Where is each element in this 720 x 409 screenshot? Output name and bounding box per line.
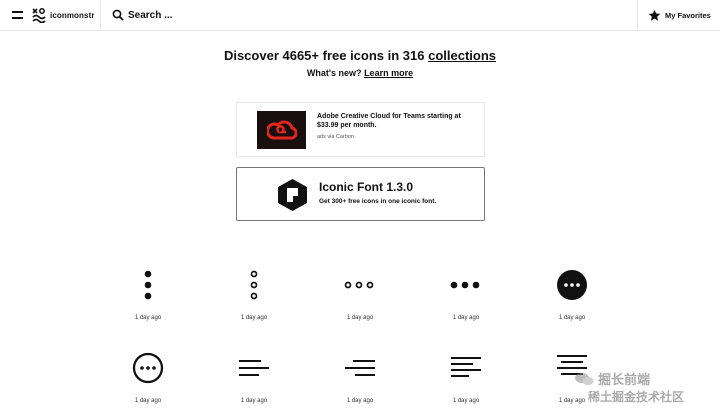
icon-age: 1 day ago (240, 398, 268, 404)
header-divider (637, 0, 638, 31)
icon-tile[interactable]: 1 day ago (204, 349, 304, 409)
icon-tile[interactable]: 1 day ago (310, 349, 410, 409)
wechat-logo-icon (575, 373, 594, 385)
header-divider (100, 0, 101, 31)
my-favorites-label: My Favorites (665, 10, 711, 20)
my-favorites-button[interactable]: My Favorites (648, 8, 711, 22)
icon-tile[interactable]: 1 day ago (310, 266, 410, 336)
watermark: 掘长前端 稀土掘金技术社区 (574, 368, 714, 406)
ad-via-link[interactable]: ads via Carbon (317, 134, 354, 140)
more-circle-outline-icon (132, 352, 164, 384)
icon-age: 1 day ago (346, 398, 374, 404)
ad-image (257, 111, 306, 149)
star-icon (648, 9, 661, 21)
icon-age: 1 day ago (452, 398, 480, 404)
icon-tile[interactable]: 1 day ago (522, 266, 622, 336)
logo-text: iconmonstr (50, 10, 95, 20)
watermark-line-1: 掘长前端 (598, 372, 651, 387)
creative-cloud-logo-icon (266, 120, 297, 140)
menu-dots-vertical-outline-icon (250, 270, 258, 300)
watermark-line-2: 稀土掘金技术社区 (588, 390, 685, 404)
iconic-font-card[interactable]: Iconic Font 1.3.0 Get 300+ free icons in… (236, 167, 485, 221)
icon-tile[interactable]: 1 day ago (98, 349, 198, 409)
icon-age: 1 day ago (134, 398, 162, 404)
top-bar: iconmonstr My Favorites (0, 0, 720, 31)
icon-tile[interactable]: 1 day ago (416, 266, 516, 336)
more-circle-filled-icon (557, 270, 587, 300)
icon-age: 1 day ago (346, 315, 374, 321)
icon-tile[interactable]: 1 day ago (204, 266, 304, 336)
hamburger-menu-icon[interactable] (12, 11, 23, 19)
promo-subtitle: Get 300+ free icons in one iconic font. (319, 198, 437, 205)
page-title-text: Discover 4665+ free icons in 316 (223, 48, 429, 63)
whats-new-text: What's new? (306, 68, 365, 78)
menu-dots-horizontal-filled-icon (450, 281, 480, 289)
text-align-left-lines-icon (451, 357, 481, 377)
logo-link[interactable]: iconmonstr (32, 7, 95, 23)
icon-tile[interactable]: 1 day ago (416, 349, 516, 409)
icon-age: 1 day ago (134, 315, 162, 321)
collections-link[interactable]: collections (428, 48, 496, 63)
carbon-ad[interactable]: Adobe Creative Cloud for Teams starting … (236, 102, 485, 157)
icon-age: 1 day ago (452, 315, 480, 321)
ad-text: Adobe Creative Cloud for Teams starting … (317, 113, 461, 129)
search-input[interactable] (128, 6, 608, 24)
page-title: Discover 4665+ free icons in 316 collect… (0, 48, 720, 63)
icon-age: 1 day ago (240, 315, 268, 321)
icon-age: 1 day ago (558, 315, 586, 321)
iconmonstr-logo-icon (32, 7, 46, 23)
text-align-left-icon (239, 360, 269, 376)
text-align-right-icon (345, 360, 375, 376)
learn-more-link[interactable]: Learn more (364, 68, 413, 78)
search-icon[interactable] (112, 9, 124, 21)
promo-title: Iconic Font 1.3.0 (319, 180, 414, 194)
menu-dots-horizontal-outline-icon (344, 281, 374, 289)
iconic-font-logo-icon (278, 179, 307, 211)
icon-tile[interactable]: 1 day ago (98, 266, 198, 336)
whats-new: What's new? Learn more (0, 68, 720, 78)
menu-dots-vertical-filled-icon (144, 270, 152, 300)
